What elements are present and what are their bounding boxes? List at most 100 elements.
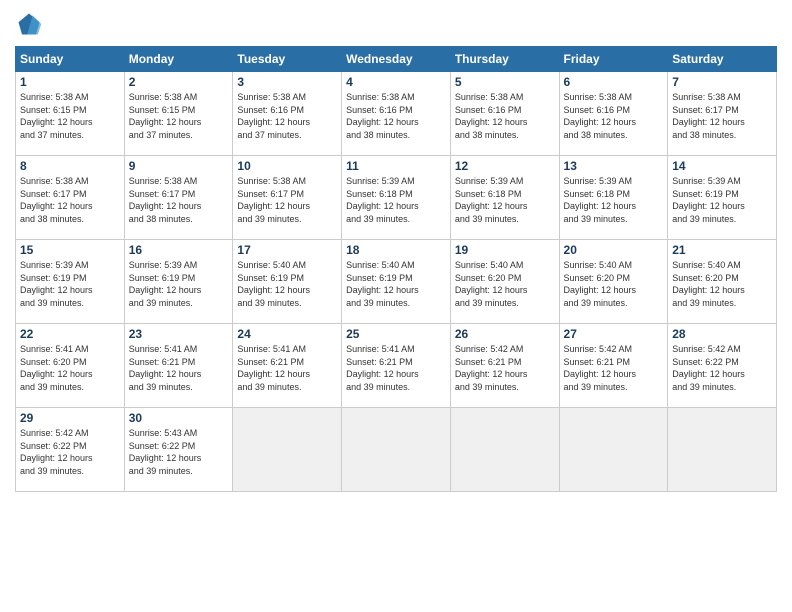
calendar-cell: 11 Sunrise: 5:39 AM Sunset: 6:18 PM Dayli… [342, 156, 451, 240]
calendar-cell: 21 Sunrise: 5:40 AM Sunset: 6:20 PM Dayli… [668, 240, 777, 324]
calendar-cell: 6Sunrise: 5:38 AM Sunset: 6:16 PM Daylig… [559, 72, 668, 156]
day-number: 2 [129, 75, 229, 89]
day-info: Sunrise: 5:38 AM Sunset: 6:15 PM Dayligh… [20, 91, 120, 141]
day-info: Sunrise: 5:41 AM Sunset: 6:21 PM Dayligh… [237, 343, 337, 393]
weekday-header-monday: Monday [124, 47, 233, 72]
calendar-cell: 2 Sunrise: 5:38 AM Sunset: 6:15 PM Daylig… [124, 72, 233, 156]
day-number: 21 [672, 243, 772, 257]
week-row-3: 15 Sunrise: 5:39 AM Sunset: 6:19 PM Dayli… [16, 240, 777, 324]
calendar-cell: 1 Sunrise: 5:38 AM Sunset: 6:15 PM Daylig… [16, 72, 125, 156]
day-number: 7 [672, 75, 772, 89]
day-number: 25 [346, 327, 446, 341]
weekday-header-thursday: Thursday [450, 47, 559, 72]
day-info: Sunrise: 5:38 AM Sunset: 6:16 PM Dayligh… [346, 91, 446, 141]
logo-icon [15, 10, 43, 38]
day-number: 11 [346, 159, 446, 173]
calendar-cell: 13 Sunrise: 5:39 AM Sunset: 6:18 PM Dayli… [559, 156, 668, 240]
day-info: Sunrise: 5:38 AM Sunset: 6:15 PM Dayligh… [129, 91, 229, 141]
day-info: Sunrise: 5:38 AM Sunset: 6:17 PM Dayligh… [237, 175, 337, 225]
page: SundayMondayTuesdayWednesdayThursdayFrid… [0, 0, 792, 612]
day-info: Sunrise: 5:39 AM Sunset: 6:19 PM Dayligh… [20, 259, 120, 309]
calendar-cell: 20Sunrise: 5:40 AM Sunset: 6:20 PM Dayli… [559, 240, 668, 324]
day-number: 4 [346, 75, 446, 89]
calendar-cell [342, 408, 451, 492]
day-info: Sunrise: 5:42 AM Sunset: 6:22 PM Dayligh… [672, 343, 772, 393]
calendar-cell: 3 Sunrise: 5:38 AM Sunset: 6:16 PM Daylig… [233, 72, 342, 156]
weekday-header-tuesday: Tuesday [233, 47, 342, 72]
day-number: 3 [237, 75, 337, 89]
week-row-1: 1 Sunrise: 5:38 AM Sunset: 6:15 PM Daylig… [16, 72, 777, 156]
calendar-cell: 18 Sunrise: 5:40 AM Sunset: 6:19 PM Dayli… [342, 240, 451, 324]
header [15, 10, 777, 38]
day-info: Sunrise: 5:40 AM Sunset: 6:20 PM Dayligh… [455, 259, 555, 309]
day-number: 28 [672, 327, 772, 341]
day-number: 9 [129, 159, 229, 173]
calendar-cell [668, 408, 777, 492]
day-number: 17 [237, 243, 337, 257]
day-info: Sunrise: 5:38 AM Sunset: 6:17 PM Dayligh… [672, 91, 772, 141]
day-number: 5 [455, 75, 555, 89]
day-number: 16 [129, 243, 229, 257]
calendar-cell: 26 Sunrise: 5:42 AM Sunset: 6:21 PM Dayli… [450, 324, 559, 408]
calendar-cell: 23Sunrise: 5:41 AM Sunset: 6:21 PM Dayli… [124, 324, 233, 408]
day-info: Sunrise: 5:42 AM Sunset: 6:22 PM Dayligh… [20, 427, 120, 477]
day-info: Sunrise: 5:40 AM Sunset: 6:19 PM Dayligh… [237, 259, 337, 309]
calendar-cell: 15 Sunrise: 5:39 AM Sunset: 6:19 PM Dayli… [16, 240, 125, 324]
logo [15, 10, 47, 38]
weekday-header-saturday: Saturday [668, 47, 777, 72]
day-info: Sunrise: 5:39 AM Sunset: 6:18 PM Dayligh… [455, 175, 555, 225]
calendar-cell: 28 Sunrise: 5:42 AM Sunset: 6:22 PM Dayli… [668, 324, 777, 408]
calendar-cell [450, 408, 559, 492]
weekday-header-friday: Friday [559, 47, 668, 72]
day-number: 26 [455, 327, 555, 341]
calendar-cell: 7 Sunrise: 5:38 AM Sunset: 6:17 PM Daylig… [668, 72, 777, 156]
calendar-cell [233, 408, 342, 492]
calendar-cell: 8Sunrise: 5:38 AM Sunset: 6:17 PM Daylig… [16, 156, 125, 240]
week-row-2: 8 Sunrise: 5:38 AM Sunset: 6:17 PM Daylig… [16, 156, 777, 240]
day-number: 13 [564, 159, 664, 173]
day-number: 12 [455, 159, 555, 173]
week-row-5: 29Sunrise: 5:42 AM Sunset: 6:22 PM Dayli… [16, 408, 777, 492]
day-number: 22 [20, 327, 120, 341]
day-info: Sunrise: 5:43 AM Sunset: 6:22 PM Dayligh… [129, 427, 229, 477]
day-number: 23 [129, 327, 229, 341]
day-info: Sunrise: 5:38 AM Sunset: 6:16 PM Dayligh… [237, 91, 337, 141]
calendar-cell: 19 Sunrise: 5:40 AM Sunset: 6:20 PM Dayli… [450, 240, 559, 324]
calendar-cell: 29Sunrise: 5:42 AM Sunset: 6:22 PM Dayli… [16, 408, 125, 492]
calendar-cell: 9Sunrise: 5:38 AM Sunset: 6:17 PM Daylig… [124, 156, 233, 240]
day-number: 14 [672, 159, 772, 173]
day-info: Sunrise: 5:38 AM Sunset: 6:16 PM Dayligh… [455, 91, 555, 141]
day-info: Sunrise: 5:39 AM Sunset: 6:18 PM Dayligh… [564, 175, 664, 225]
calendar-table: SundayMondayTuesdayWednesdayThursdayFrid… [15, 46, 777, 492]
calendar-cell: 10 Sunrise: 5:38 AM Sunset: 6:17 PM Dayli… [233, 156, 342, 240]
day-info: Sunrise: 5:38 AM Sunset: 6:16 PM Dayligh… [564, 91, 664, 141]
calendar-cell: 5 Sunrise: 5:38 AM Sunset: 6:16 PM Daylig… [450, 72, 559, 156]
day-number: 10 [237, 159, 337, 173]
weekday-header-sunday: Sunday [16, 47, 125, 72]
calendar-cell: 30 Sunrise: 5:43 AM Sunset: 6:22 PM Dayli… [124, 408, 233, 492]
day-number: 18 [346, 243, 446, 257]
day-info: Sunrise: 5:39 AM Sunset: 6:19 PM Dayligh… [672, 175, 772, 225]
calendar-cell: 17 Sunrise: 5:40 AM Sunset: 6:19 PM Dayli… [233, 240, 342, 324]
day-info: Sunrise: 5:40 AM Sunset: 6:20 PM Dayligh… [672, 259, 772, 309]
day-info: Sunrise: 5:40 AM Sunset: 6:20 PM Dayligh… [564, 259, 664, 309]
calendar-cell: 16 Sunrise: 5:39 AM Sunset: 6:19 PM Dayli… [124, 240, 233, 324]
day-number: 15 [20, 243, 120, 257]
week-row-4: 22Sunrise: 5:41 AM Sunset: 6:20 PM Dayli… [16, 324, 777, 408]
day-info: Sunrise: 5:39 AM Sunset: 6:18 PM Dayligh… [346, 175, 446, 225]
calendar-cell: 14 Sunrise: 5:39 AM Sunset: 6:19 PM Dayli… [668, 156, 777, 240]
day-number: 1 [20, 75, 120, 89]
day-info: Sunrise: 5:40 AM Sunset: 6:19 PM Dayligh… [346, 259, 446, 309]
day-info: Sunrise: 5:42 AM Sunset: 6:21 PM Dayligh… [564, 343, 664, 393]
day-info: Sunrise: 5:41 AM Sunset: 6:21 PM Dayligh… [346, 343, 446, 393]
day-number: 30 [129, 411, 229, 425]
day-number: 8 [20, 159, 120, 173]
day-info: Sunrise: 5:42 AM Sunset: 6:21 PM Dayligh… [455, 343, 555, 393]
calendar-header-row: SundayMondayTuesdayWednesdayThursdayFrid… [16, 47, 777, 72]
calendar-cell: 22Sunrise: 5:41 AM Sunset: 6:20 PM Dayli… [16, 324, 125, 408]
day-number: 19 [455, 243, 555, 257]
calendar-body: 1 Sunrise: 5:38 AM Sunset: 6:15 PM Daylig… [16, 72, 777, 492]
day-info: Sunrise: 5:39 AM Sunset: 6:19 PM Dayligh… [129, 259, 229, 309]
day-number: 24 [237, 327, 337, 341]
day-number: 27 [564, 327, 664, 341]
